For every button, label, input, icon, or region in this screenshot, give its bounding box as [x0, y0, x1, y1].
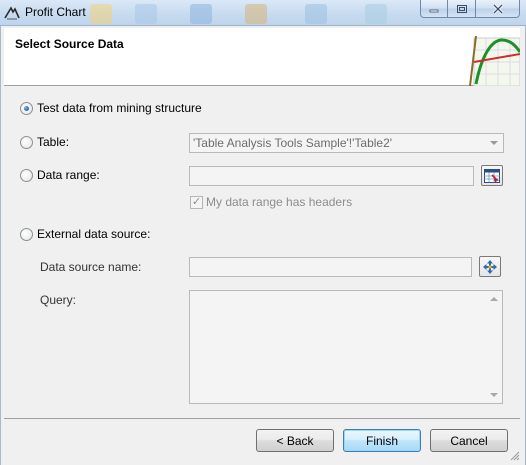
table-select-value: 'Table Analysis Tools Sample'!'Table2': [193, 136, 393, 150]
wizard-footer: < Back Finish Cancel: [4, 418, 520, 460]
chevron-down-icon: [490, 141, 498, 145]
back-button[interactable]: < Back: [256, 429, 334, 452]
data-range-radio[interactable]: [20, 169, 33, 182]
finish-button[interactable]: Finish: [343, 429, 421, 452]
close-icon: [492, 3, 503, 14]
page-title: Select Source Data: [15, 37, 124, 51]
close-button[interactable]: [476, 0, 520, 18]
scroll-up-icon[interactable]: [490, 297, 498, 301]
minimize-icon: [429, 9, 439, 12]
maximize-icon: [456, 4, 467, 13]
external-source-radio[interactable]: [20, 228, 33, 241]
data-range-label[interactable]: Data range:: [37, 168, 100, 182]
range-picker-icon: [484, 168, 500, 183]
data-range-input[interactable]: [189, 166, 474, 186]
window-controls: [420, 0, 520, 19]
resize-grip-icon[interactable]: [510, 451, 520, 461]
analysis-tool-icon: [4, 6, 20, 20]
test-data-radio[interactable]: [20, 102, 33, 115]
external-source-label[interactable]: External data source:: [37, 227, 150, 241]
table-label[interactable]: Table:: [37, 135, 69, 149]
scroll-down-icon[interactable]: [490, 393, 498, 397]
data-source-picker-icon: [483, 259, 497, 274]
cancel-button[interactable]: Cancel: [430, 429, 508, 452]
data-source-name-label: Data source name:: [40, 260, 142, 274]
table-select[interactable]: 'Table Analysis Tools Sample'!'Table2': [189, 133, 504, 153]
headers-checkbox-label[interactable]: My data range has headers: [206, 195, 352, 209]
query-label: Query:: [40, 293, 77, 307]
data-source-name-input[interactable]: [189, 257, 472, 277]
background-taskbar-glimpse: [80, 2, 416, 24]
window-title: Profit Chart: [25, 5, 86, 19]
headers-checkbox[interactable]: ✓: [190, 196, 203, 209]
profit-chart-graphic: [469, 35, 520, 86]
range-picker-button[interactable]: [481, 165, 503, 186]
query-scrollbar[interactable]: [486, 291, 502, 403]
test-data-label[interactable]: Test data from mining structure: [37, 101, 202, 115]
table-radio[interactable]: [20, 136, 33, 149]
data-source-picker-button[interactable]: [479, 256, 501, 277]
query-textarea[interactable]: [189, 290, 503, 404]
maximize-button[interactable]: [448, 0, 476, 18]
wizard-header: Select Source Data: [4, 28, 520, 86]
title-bar[interactable]: Profit Chart: [0, 0, 526, 26]
minimize-button[interactable]: [420, 0, 448, 18]
